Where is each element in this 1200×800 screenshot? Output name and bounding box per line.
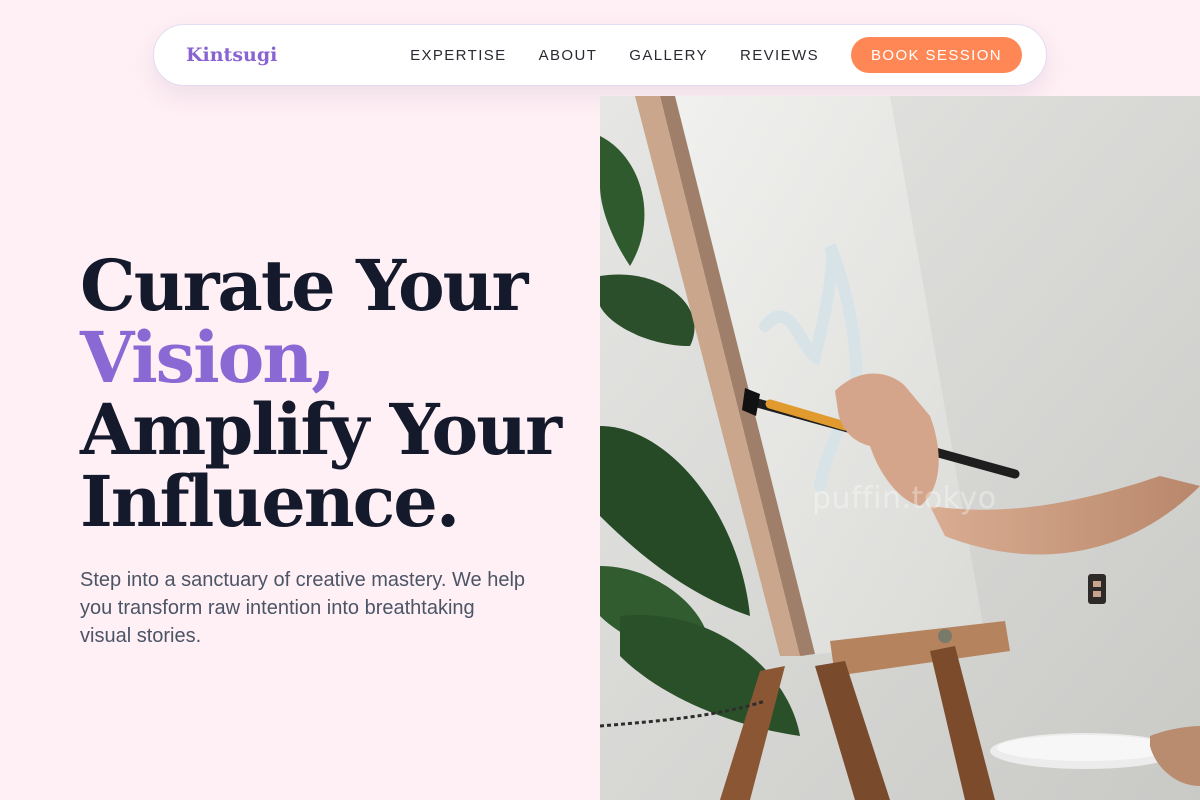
top-navigation: Kintsugi EXPERTISE ABOUT GALLERY REVIEWS… xyxy=(153,24,1047,86)
nav-links: EXPERTISE ABOUT GALLERY REVIEWS BOOK SES… xyxy=(410,37,1022,73)
hero-subtitle: Step into a sanctuary of creative master… xyxy=(80,569,526,647)
hero-image-painter: puffin.tokyo xyxy=(600,96,1200,800)
headline-line-3: Amplify Your xyxy=(80,388,562,471)
hero-text: Curate Your Vision, Amplify Your Influen… xyxy=(80,250,580,650)
brand-logo[interactable]: Kintsugi xyxy=(186,44,277,66)
headline-accent-line: Vision, xyxy=(80,316,336,399)
headline-line-1: Curate Your xyxy=(80,244,528,327)
book-session-button[interactable]: BOOK SESSION xyxy=(851,37,1022,73)
headline-line-4: Influence. xyxy=(80,460,460,543)
hero-headline: Curate Your Vision, Amplify Your Influen… xyxy=(80,250,580,538)
nav-link-about[interactable]: ABOUT xyxy=(539,47,598,64)
nav-link-gallery[interactable]: GALLERY xyxy=(629,47,708,64)
painter-illustration xyxy=(600,96,1200,800)
nav-link-expertise[interactable]: EXPERTISE xyxy=(410,47,507,64)
nav-link-reviews[interactable]: REVIEWS xyxy=(740,47,819,64)
image-watermark: puffin.tokyo xyxy=(812,481,997,516)
